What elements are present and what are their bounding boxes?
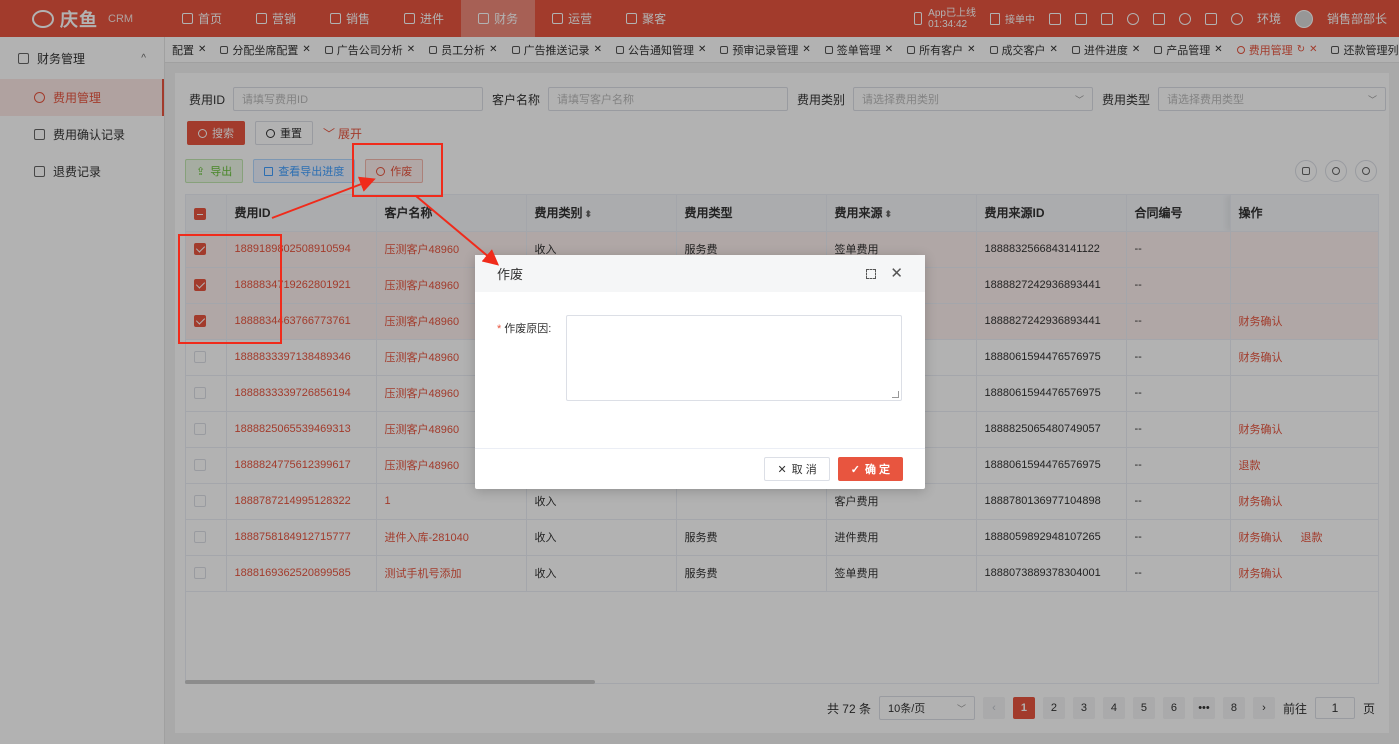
confirm-label: 确 定 bbox=[864, 464, 890, 476]
annotation-checkbox-box bbox=[178, 234, 282, 344]
fullscreen-icon[interactable] bbox=[866, 268, 877, 279]
void-reason-textarea[interactable] bbox=[566, 315, 902, 401]
dialog-footer: ✕ 取 消 ✓ 确 定 bbox=[764, 449, 903, 489]
cancel-label: 取 消 bbox=[791, 464, 817, 476]
close-icon[interactable]: ✕ bbox=[890, 266, 903, 281]
dialog-title: 作废 bbox=[497, 267, 524, 282]
check-icon: ✓ bbox=[850, 463, 860, 476]
cancel-button[interactable]: ✕ 取 消 bbox=[764, 457, 830, 481]
void-reason-text: 作废原因: bbox=[504, 323, 552, 335]
void-reason-label: * 作废原因: bbox=[497, 320, 551, 336]
required-mark: * bbox=[497, 323, 502, 335]
dialog-header: 作废 ✕ bbox=[475, 255, 925, 292]
confirm-button[interactable]: ✓ 确 定 bbox=[837, 457, 903, 481]
void-dialog: 作废 ✕ * 作废原因: ✕ 取 消 ✓ 确 定 bbox=[475, 255, 925, 489]
close-icon: ✕ bbox=[777, 463, 787, 476]
dialog-body: * 作废原因: bbox=[475, 292, 925, 449]
annotation-void-box bbox=[352, 143, 443, 197]
